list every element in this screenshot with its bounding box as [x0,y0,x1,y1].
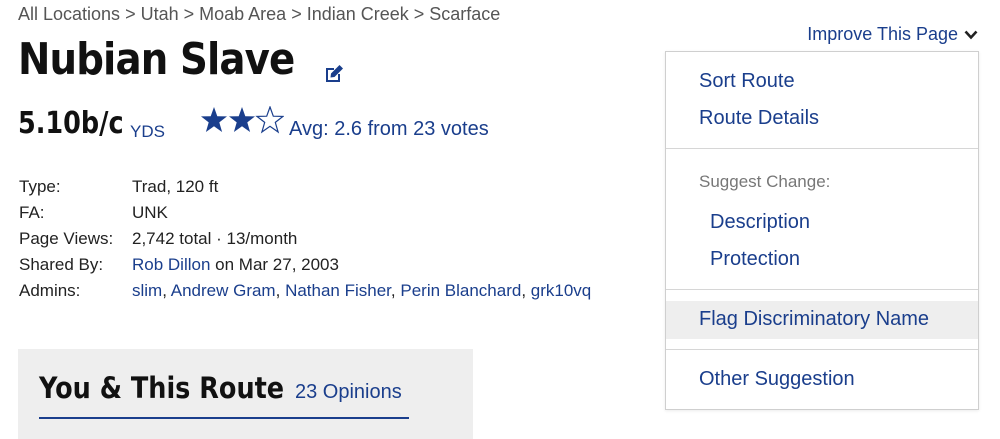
chevron-down-icon [964,30,978,39]
info-value: UNK [132,203,168,222]
info-label: FA: [19,203,45,222]
edit-icon[interactable] [322,62,346,86]
menu-item-sort-route[interactable]: Sort Route [699,70,795,93]
page-title: Nubian Slave [18,34,295,85]
menu-divider [666,148,978,149]
star-rating [201,106,284,133]
info-value: slim, Andrew Gram, Nathan Fisher, Perin … [132,281,592,300]
menu-item-protection[interactable]: Protection [710,248,800,271]
info-row-page-views: Page Views: 2,742 total · 13/month [19,229,591,255]
breadcrumb-all-locations[interactable]: All Locations [18,4,120,24]
star-full-icon [201,107,227,132]
breadcrumb-scarface[interactable]: Scarface [429,4,500,24]
breadcrumb-separator: > [413,4,425,24]
grade-system-link[interactable]: YDS [130,122,165,142]
section-title: You & This Route [39,371,285,405]
shared-date: on Mar 27, 2003 [210,255,339,274]
breadcrumb: All Locations > Utah > Moab Area > Indian Cree… [18,4,500,25]
info-row-type: Type: Trad, 120 ft [19,177,591,203]
suggest-change-heading: Suggest Change: [699,172,831,191]
menu-item-flag-discriminatory-name[interactable]: Flag Discriminatory Name [699,308,929,331]
breadcrumb-indian-creek[interactable]: Indian Creek [307,4,409,24]
menu-item-other-suggestion[interactable]: Other Suggestion [699,368,855,391]
opinions-link[interactable]: 23 Opinions [295,381,402,404]
info-value: 2,742 total · 13/month [132,229,298,248]
info-row-admins: Admins: slim, Andrew Gram, Nathan Fisher… [19,281,591,307]
breadcrumb-separator: > [183,4,195,24]
info-label: Page Views: [19,229,114,248]
shared-by-user-link[interactable]: Rob Dillon [132,255,210,274]
section-underline [39,417,409,419]
menu-divider [666,289,978,290]
admin-link[interactable]: Perin Blanchard [400,281,521,300]
admin-link[interactable]: slim [132,281,162,300]
menu-divider [666,349,978,350]
star-empty-icon [256,106,284,133]
info-label: Shared By: [19,255,104,274]
menu-item-description[interactable]: Description [710,211,810,234]
route-grade: 5.10b/c [18,106,124,141]
route-info-table: Type: Trad, 120 ft FA: UNK Page Views: 2… [19,177,591,307]
info-row-fa: FA: UNK [19,203,591,229]
menu-item-route-details[interactable]: Route Details [699,107,819,130]
breadcrumb-separator: > [291,4,302,24]
admin-link[interactable]: grk10vq [531,281,591,300]
admin-link[interactable]: Nathan Fisher [285,281,391,300]
info-row-shared-by: Shared By: Rob Dillon on Mar 27, 2003 [19,255,591,281]
breadcrumb-utah[interactable]: Utah [141,4,179,24]
info-value: Trad, 120 ft [132,177,219,196]
star-full-icon [229,107,255,132]
breadcrumb-separator: > [125,4,136,24]
improve-page-label: Improve This Page [807,24,958,44]
grade-row: 5.10b/c YDS Avg: 2.6 from 23 votes [18,106,489,141]
info-label: Admins: [19,281,81,300]
breadcrumb-moab-area[interactable]: Moab Area [199,4,286,24]
improve-page-toggle[interactable]: Improve This Page [807,24,978,45]
admin-link[interactable]: Andrew Gram [171,281,276,300]
rating-average[interactable]: Avg: 2.6 from 23 votes [289,118,489,141]
info-value: Rob Dillon on Mar 27, 2003 [132,255,339,281]
info-label: Type: [19,177,61,196]
you-and-this-route-panel: You & This Route 23 Opinions [18,349,473,439]
improve-page-menu: Sort Route Route Details Suggest Change:… [665,51,979,410]
